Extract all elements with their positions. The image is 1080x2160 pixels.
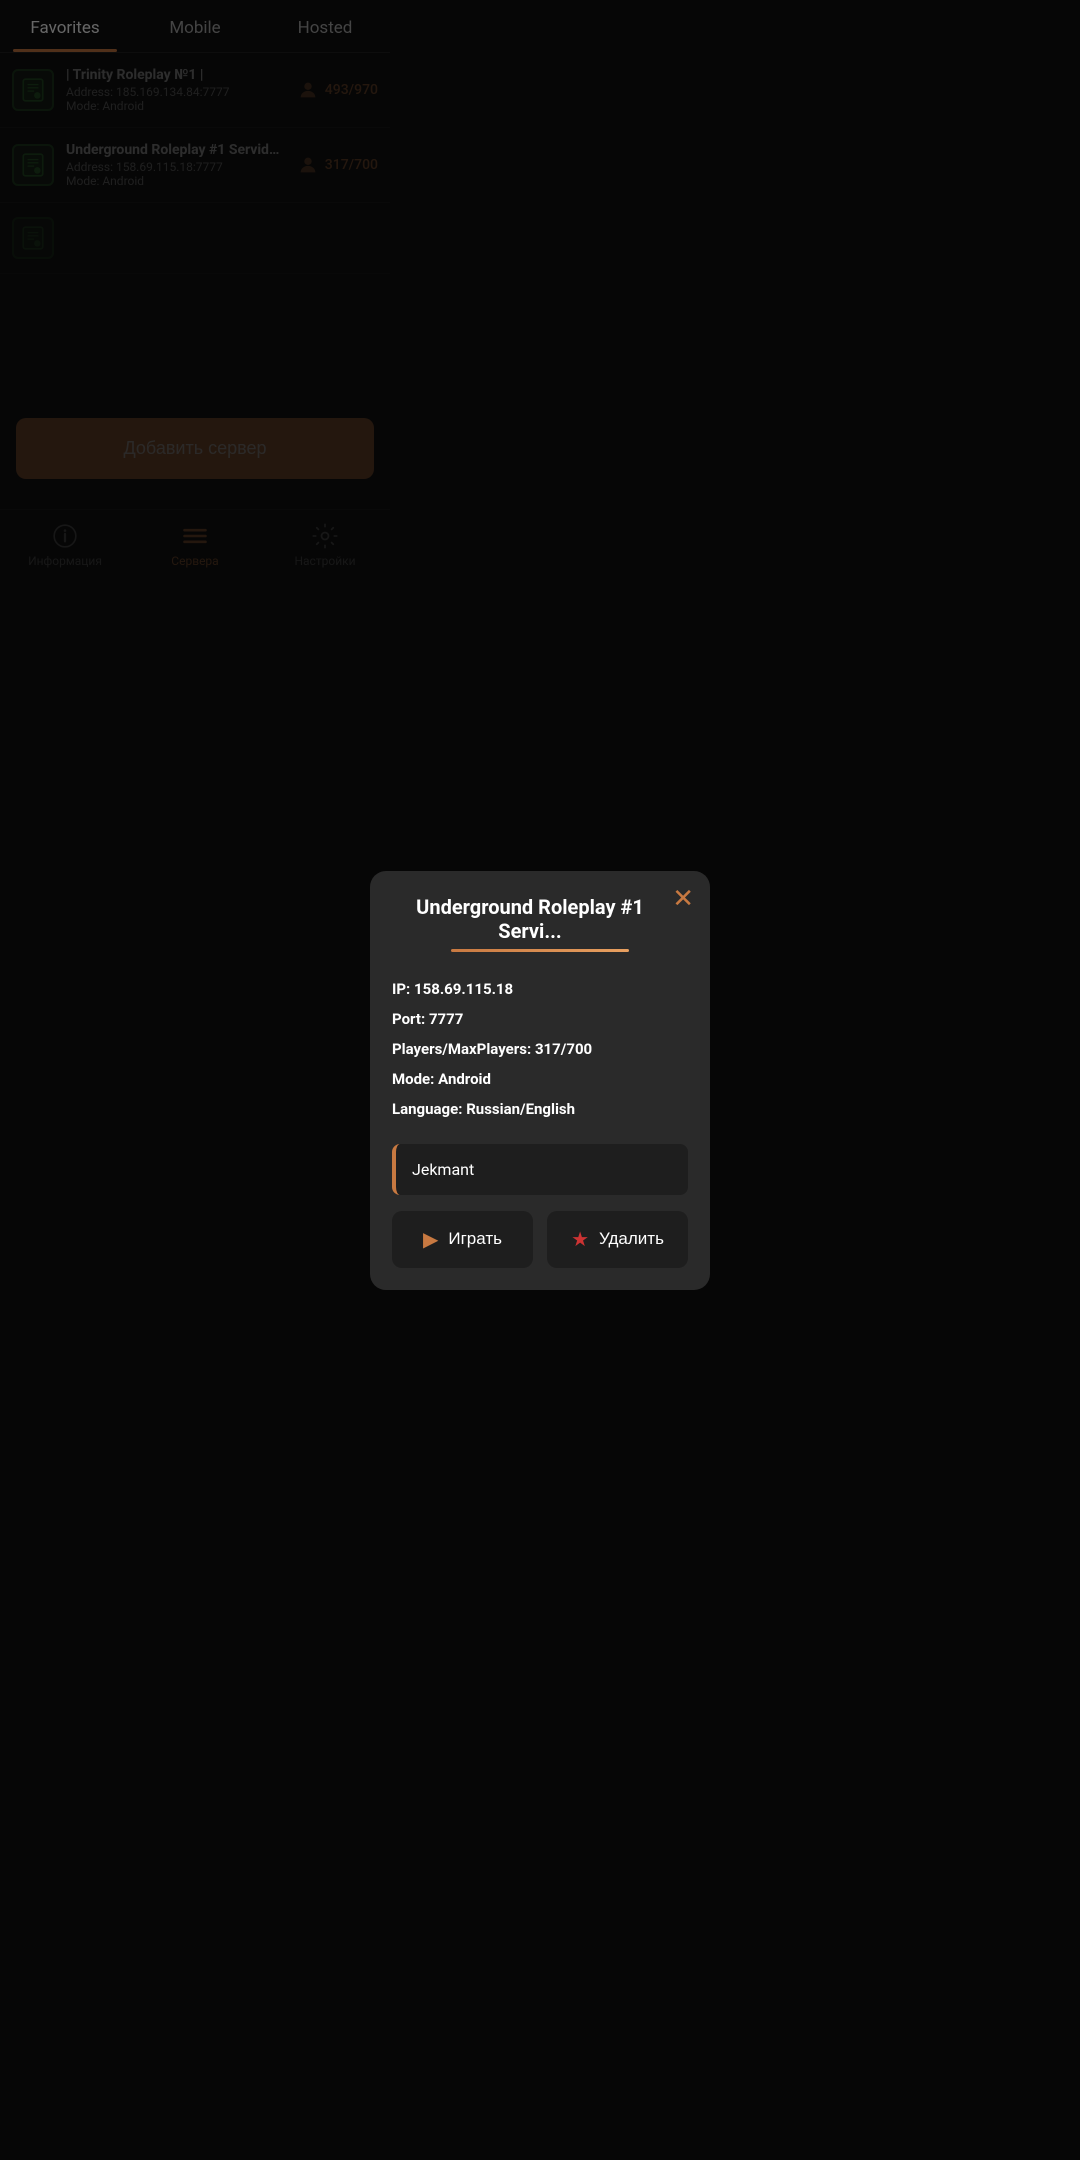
modal-overlay: ✕ Underground Roleplay #1 Servi... IP: 1…	[0, 0, 1080, 2160]
modal-language: Language: Russian/English	[392, 1094, 688, 1124]
modal: ✕ Underground Roleplay #1 Servi... IP: 1…	[370, 871, 710, 1290]
modal-title: Underground Roleplay #1 Servi...	[392, 895, 688, 943]
delete-icon: ★	[571, 1227, 589, 1252]
play-icon: ▶	[423, 1227, 438, 1252]
play-button[interactable]: ▶ Играть	[392, 1211, 533, 1268]
modal-ip: IP: 158.69.115.18	[392, 974, 688, 1004]
play-label: Играть	[448, 1229, 502, 1249]
modal-close-button[interactable]: ✕	[672, 885, 694, 911]
nickname-value: Jekmant	[412, 1160, 474, 1179]
modal-mode: Mode: Android	[392, 1064, 688, 1094]
modal-port: Port: 7777	[392, 1004, 688, 1034]
nickname-field[interactable]: Jekmant	[392, 1144, 688, 1195]
delete-label: Удалить	[599, 1229, 664, 1249]
delete-button[interactable]: ★ Удалить	[547, 1211, 688, 1268]
modal-buttons: ▶ Играть ★ Удалить	[392, 1211, 688, 1268]
modal-players: Players/MaxPlayers: 317/700	[392, 1034, 688, 1064]
modal-info: IP: 158.69.115.18 Port: 7777 Players/Max…	[392, 974, 688, 1124]
modal-title-underline	[451, 949, 629, 952]
